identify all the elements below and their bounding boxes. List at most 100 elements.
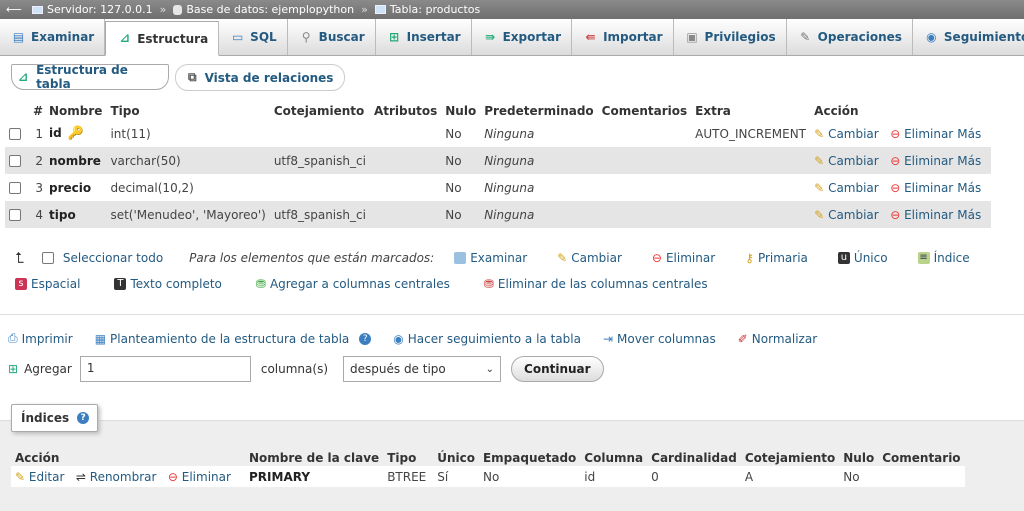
- drop-link[interactable]: ⊖ Eliminar: [890, 127, 953, 141]
- row-checkbox[interactable]: [9, 209, 21, 221]
- tab-buscar[interactable]: ⚲ Buscar: [288, 19, 376, 55]
- row-name-cell: tipo: [45, 201, 107, 228]
- row-checkbox[interactable]: [9, 155, 21, 167]
- track-table-link[interactable]: ◉ Hacer seguimiento a la tabla: [393, 332, 581, 346]
- move-columns-link[interactable]: ⇥ Mover columnas: [603, 332, 716, 346]
- change-link[interactable]: ✎ Cambiar: [814, 127, 879, 141]
- edit-index-link[interactable]: ✎ Editar: [15, 470, 64, 484]
- table-row: ✎ Editar ⇌ Renombrar ⊖ Eliminar PRIMARY …: [11, 466, 965, 487]
- field-default: Ninguna: [480, 147, 598, 174]
- arrow-up-icon: ⮤: [15, 249, 24, 267]
- row-actions: ✎ Cambiar ⊖ Eliminar Más: [810, 201, 992, 228]
- row-checkbox-cell: [5, 201, 27, 228]
- tab-exportar[interactable]: ⇛ Exportar: [472, 19, 573, 55]
- tab-sql[interactable]: ▭ SQL: [219, 19, 288, 55]
- field-null: No: [441, 201, 481, 228]
- table-row: 3 precio decimal(10,2) No Ninguna ✎ Camb…: [5, 174, 992, 201]
- tab-estructura[interactable]: ⊿ Estructura: [105, 21, 220, 56]
- select-all-checkbox[interactable]: [41, 252, 54, 264]
- header-collation: Cotejamiento: [269, 101, 370, 120]
- field-extra: [691, 174, 811, 201]
- bulk-change-button[interactable]: ✎ Cambiar: [557, 251, 622, 265]
- normalize-link[interactable]: ✐ Normalizar: [738, 332, 817, 346]
- idx-header-action: Acción: [11, 449, 245, 466]
- header-type: Tipo: [106, 101, 270, 120]
- idx-header-collation: Cotejamiento: [740, 449, 840, 466]
- spatial-icon: s: [15, 278, 27, 290]
- breadcrumb-server[interactable]: Servidor: 127.0.0.1: [32, 3, 153, 16]
- drop-index-link[interactable]: ⊖ Eliminar: [168, 470, 231, 484]
- key-icon: ⚷: [745, 251, 754, 265]
- position-select[interactable]: después de tipo ⌄: [343, 356, 502, 382]
- breadcrumb-database[interactable]: Base de datos: ejemplopython: [173, 3, 354, 16]
- bulk-drop-button[interactable]: ⊖ Eliminar: [652, 251, 715, 265]
- drop-link[interactable]: ⊖ Eliminar: [890, 181, 953, 195]
- row-number: 4: [27, 201, 45, 228]
- breadcrumb-table[interactable]: Tabla: productos: [374, 3, 480, 16]
- field-name: tipo: [49, 207, 76, 222]
- change-link[interactable]: ✎ Cambiar: [814, 181, 879, 195]
- change-link[interactable]: ✎ Cambiar: [814, 154, 879, 168]
- header-comments: Comentarios: [597, 101, 692, 120]
- tab-operaciones[interactable]: ✎ Operaciones: [787, 19, 913, 55]
- drop-link[interactable]: ⊖ Eliminar: [890, 208, 953, 222]
- row-checkbox[interactable]: [9, 128, 21, 140]
- continue-button[interactable]: Continuar: [511, 356, 604, 382]
- add-columns-row: ⊞ Agregar 1 columna(s) después de tipo ⌄ …: [8, 356, 604, 382]
- select-all-label[interactable]: Seleccionar todo: [63, 251, 163, 265]
- more-link[interactable]: Más: [957, 127, 981, 141]
- tab-examinar[interactable]: ▤ Examinar: [0, 19, 106, 55]
- bulk-unique-button[interactable]: u Único: [837, 251, 888, 265]
- indexes-legend[interactable]: Índices?: [11, 404, 98, 432]
- browse-icon: [454, 252, 467, 264]
- tab-seguimiento[interactable]: ◉ Seguimiento: [913, 19, 1024, 55]
- tab-insertar[interactable]: ⊞ Insertar: [376, 19, 472, 55]
- idx-type: BTREE: [383, 466, 434, 487]
- bulk-add-central-button[interactable]: ⛃ Agregar a columnas centrales: [256, 277, 450, 291]
- bulk-primary-button[interactable]: ⚷ Primaria: [745, 251, 808, 265]
- field-attributes: [369, 120, 442, 147]
- bulk-actions-2: s Espacial T Texto completo ⛃ Agregar a col…: [15, 277, 708, 291]
- help-icon[interactable]: ?: [359, 332, 372, 345]
- rename-index-link[interactable]: ⇌ Renombrar: [76, 470, 157, 484]
- table-row: 2 nombre varchar(50) utf8_spanish_ci No …: [5, 147, 992, 174]
- idx-keyname: PRIMARY: [245, 466, 384, 487]
- drop-link[interactable]: ⊖ Eliminar: [890, 154, 953, 168]
- bulk-remove-central-button[interactable]: ⛃ Eliminar de las columnas centrales: [484, 277, 708, 291]
- back-arrow-icon[interactable]: ⟵: [6, 3, 22, 16]
- tab-privilegios[interactable]: ▣ Privilegios: [674, 19, 787, 55]
- delete-icon: ⊖: [890, 207, 901, 222]
- structure-icon: ⊿: [18, 70, 29, 84]
- bulk-fulltext-button[interactable]: T Texto completo: [114, 277, 222, 291]
- bulk-actions: ⮤ Seleccionar todo Para los elementos qu…: [15, 249, 970, 267]
- more-link[interactable]: Más: [957, 154, 981, 168]
- field-comments: [597, 147, 692, 174]
- table-header-row: # Nombre Tipo Cotejamiento Atributos Nul…: [5, 101, 992, 120]
- idx-packed: No: [478, 466, 581, 487]
- more-link[interactable]: Más: [957, 208, 981, 222]
- idx-header-null: Nulo: [839, 449, 879, 466]
- bulk-browse-button[interactable]: Examinar: [454, 251, 527, 265]
- export-icon: ⇛: [485, 29, 496, 44]
- subtab-relation-view[interactable]: ⧉ Vista de relaciones: [175, 64, 346, 91]
- change-link[interactable]: ✎ Cambiar: [814, 208, 879, 222]
- sql-icon: ▭: [232, 29, 244, 44]
- subtabs: ⊿ Estructura de tabla ⧉ Vista de relacione…: [11, 63, 346, 91]
- delete-icon: ⊖: [167, 469, 178, 484]
- move-columns-icon: ⇥: [602, 331, 614, 346]
- tab-importar[interactable]: ⇚ Importar: [572, 19, 674, 55]
- idx-header-unique: Único: [433, 449, 479, 466]
- privileges-icon: ▣: [686, 29, 698, 44]
- more-link[interactable]: Más: [957, 181, 981, 195]
- row-checkbox[interactable]: [9, 182, 21, 194]
- columns-count-input[interactable]: 1: [79, 356, 251, 382]
- help-icon[interactable]: ?: [77, 412, 90, 424]
- propose-icon: ▦: [94, 331, 107, 346]
- field-collation: [269, 120, 370, 147]
- propose-structure-link[interactable]: ▦ Planteamiento de la estructura de tabla…: [95, 332, 372, 346]
- subtab-table-structure[interactable]: ⊿ Estructura de tabla: [11, 63, 169, 91]
- print-link[interactable]: ⎙ Imprimir: [8, 331, 73, 346]
- bulk-spatial-button[interactable]: s Espacial: [15, 277, 80, 291]
- primary-key-icon: 🔑: [67, 126, 84, 141]
- bulk-index-button[interactable]: ≡ Índice: [917, 251, 970, 265]
